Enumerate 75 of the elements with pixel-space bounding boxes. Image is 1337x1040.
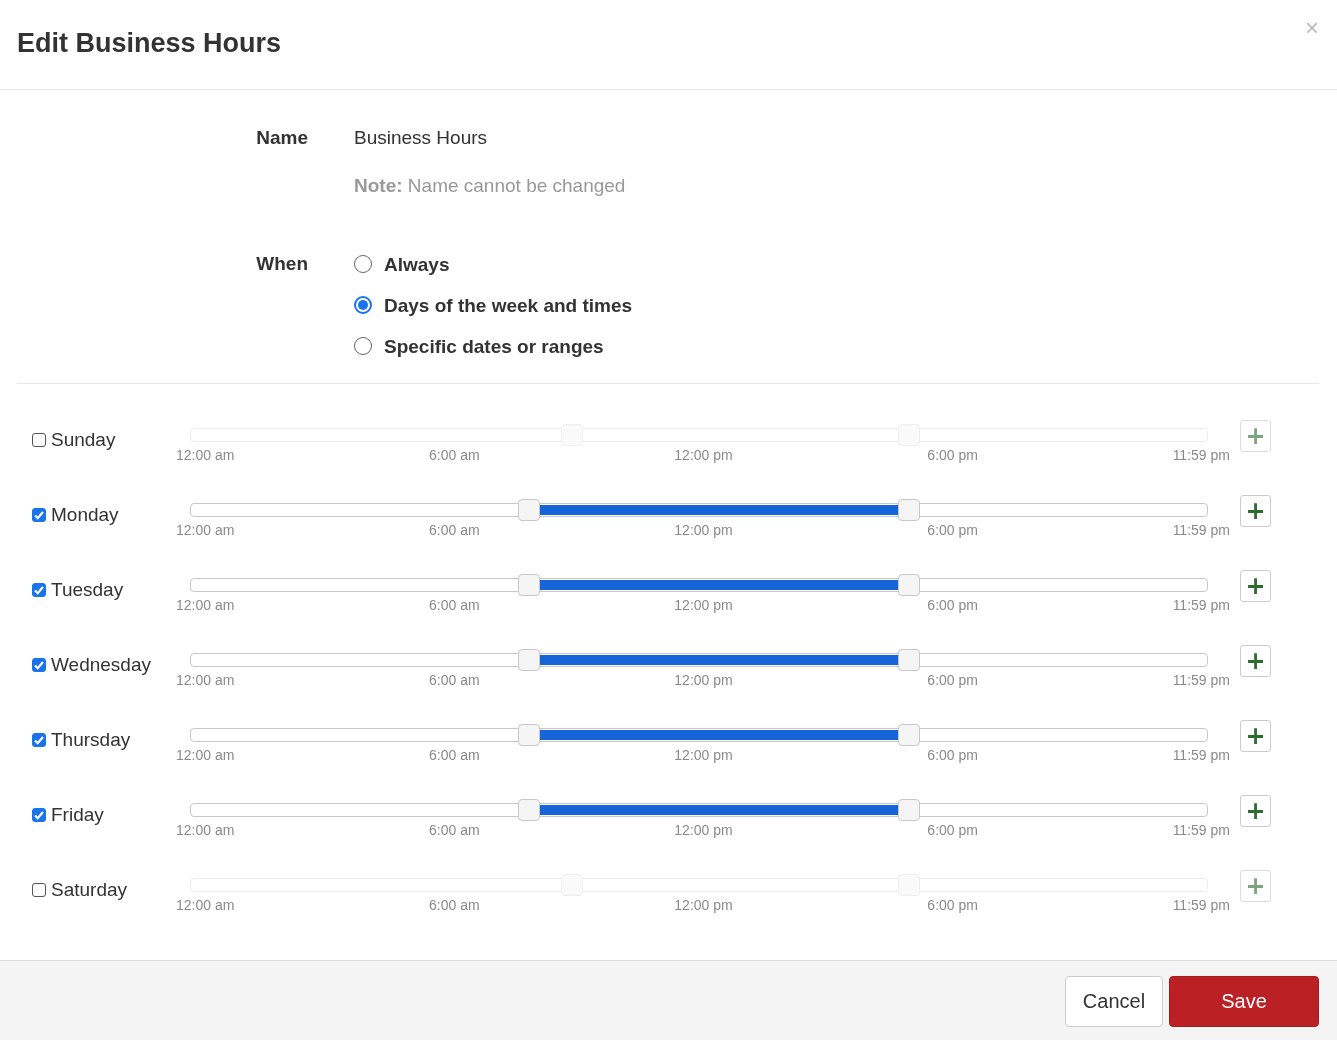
day-label: Sunday <box>51 428 116 451</box>
save-button[interactable]: Save <box>1169 975 1319 1027</box>
day-label: Tuesday <box>51 578 124 601</box>
day-label: Monday <box>51 503 119 526</box>
day-label: Friday <box>51 803 104 826</box>
time-tick-label: 12:00 am <box>176 521 235 538</box>
time-tick-label: 6:00 am <box>429 446 480 463</box>
slider-handle[interactable] <box>898 648 921 671</box>
time-tick-label: 12:00 pm <box>674 446 733 463</box>
time-tick-label: 6:00 pm <box>927 521 978 538</box>
time-tick-label: 6:00 am <box>429 896 480 913</box>
field-label: Name <box>256 125 308 150</box>
slider-handle[interactable] <box>898 573 921 596</box>
time-tick-label: 12:00 am <box>176 596 235 613</box>
field-label: When <box>256 251 308 276</box>
checkbox[interactable] <box>32 507 46 522</box>
time-tick-label: 12:00 am <box>176 671 235 688</box>
time-tick-label: 6:00 pm <box>927 896 978 913</box>
time-tick-label: 11:59 pm <box>1172 521 1230 538</box>
time-tick-label: 6:00 pm <box>927 671 978 688</box>
add-range-button[interactable]: + <box>1240 794 1271 827</box>
cancel-button[interactable]: Cancel <box>1065 975 1163 1027</box>
time-tick-label: 12:00 pm <box>674 671 733 688</box>
slider-handle[interactable] <box>518 648 541 671</box>
day-label: Thursday <box>51 728 131 751</box>
slider-handle[interactable] <box>898 723 921 746</box>
checkbox[interactable] <box>32 882 46 897</box>
day-label: Wednesday <box>51 653 151 676</box>
add-range-button[interactable]: + <box>1240 719 1271 752</box>
time-tick-label: 12:00 pm <box>674 521 733 538</box>
time-tick-label: 11:59 pm <box>1172 446 1230 463</box>
dialog-title: Edit Business Hours <box>17 28 282 59</box>
add-range-button[interactable]: + <box>1240 644 1271 677</box>
radio-button[interactable] <box>354 296 372 315</box>
slider-handle[interactable] <box>898 798 921 821</box>
slider-handle[interactable] <box>898 498 921 521</box>
time-tick-label: 11:59 pm <box>1172 821 1230 838</box>
time-tick-label: 6:00 pm <box>927 446 978 463</box>
slider-handle[interactable] <box>518 573 541 596</box>
checkbox[interactable] <box>32 732 46 747</box>
checkbox[interactable] <box>32 432 46 447</box>
slider-handle[interactable] <box>518 723 541 746</box>
checkbox[interactable] <box>32 807 46 822</box>
day-label: Saturday <box>51 878 128 901</box>
time-tick-label: 6:00 am <box>429 596 480 613</box>
time-tick-label: 6:00 pm <box>927 596 978 613</box>
radio-label[interactable]: Specific dates or ranges <box>384 333 604 359</box>
time-tick-label: 6:00 am <box>429 821 480 838</box>
time-tick-label: 11:59 pm <box>1172 671 1230 688</box>
time-tick-label: 6:00 am <box>429 671 480 688</box>
time-tick-label: 12:00 am <box>176 746 235 763</box>
time-tick-label: 6:00 am <box>429 521 480 538</box>
time-tick-label: 11:59 pm <box>1172 896 1230 913</box>
add-range-button[interactable]: + <box>1240 569 1271 602</box>
radio-label[interactable]: Always <box>384 251 450 277</box>
time-tick-label: 12:00 am <box>176 896 235 913</box>
radio-label[interactable]: Days of the week and times <box>384 292 633 318</box>
time-tick-label: 6:00 pm <box>927 746 978 763</box>
time-tick-label: 12:00 am <box>176 821 235 838</box>
checkbox[interactable] <box>32 582 46 597</box>
time-tick-label: 12:00 pm <box>674 821 733 838</box>
time-tick-label: 12:00 am <box>176 446 235 463</box>
slider-handle[interactable] <box>518 498 541 521</box>
time-tick-label: 6:00 pm <box>927 821 978 838</box>
slider-handle[interactable] <box>518 798 541 821</box>
time-tick-label: 12:00 pm <box>674 896 733 913</box>
time-tick-label: 11:59 pm <box>1172 746 1230 763</box>
name-value: Business Hours <box>354 125 489 150</box>
time-tick-label: 12:00 pm <box>674 746 733 763</box>
checkbox[interactable] <box>32 657 46 672</box>
time-tick-label: 6:00 am <box>429 746 480 763</box>
note-text: Note: Name cannot be changed <box>354 173 627 198</box>
time-tick-label: 12:00 pm <box>674 596 733 613</box>
add-range-button[interactable]: + <box>1240 494 1271 527</box>
time-tick-label: 11:59 pm <box>1172 596 1230 613</box>
